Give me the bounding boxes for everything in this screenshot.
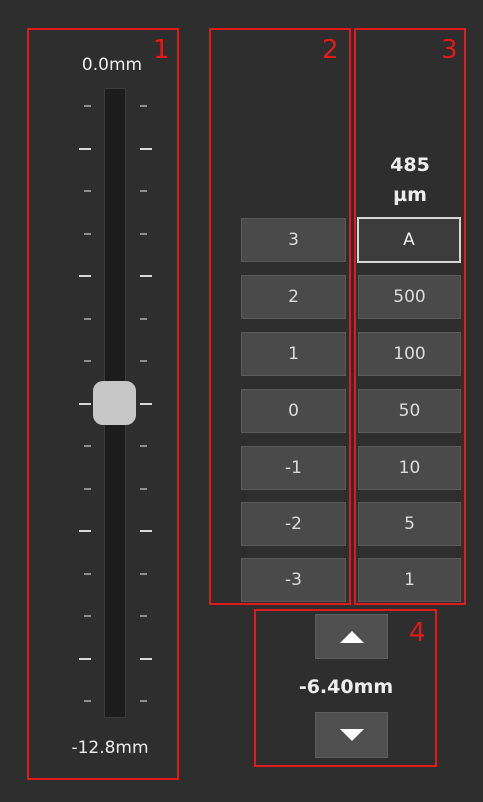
slider-tick xyxy=(140,530,152,532)
step-exponent-button[interactable]: 1 xyxy=(241,332,346,376)
slider-tick xyxy=(140,700,147,702)
slider-tick xyxy=(140,488,147,490)
annotation-number-3: 3 xyxy=(441,35,458,65)
step-resolution-label: 485 µm xyxy=(357,150,463,210)
slider-tick xyxy=(140,105,147,107)
step-exponent-button[interactable]: -2 xyxy=(241,502,346,546)
step-size-button[interactable]: 100 xyxy=(358,332,461,376)
slider-tick xyxy=(140,190,147,192)
slider-tick xyxy=(79,275,91,277)
step-exponent-button[interactable]: -3 xyxy=(241,558,346,602)
slider-tick xyxy=(79,530,91,532)
slider-tick xyxy=(84,105,91,107)
arrow-up-icon xyxy=(339,630,364,643)
slider-tick xyxy=(140,275,152,277)
slider-tick xyxy=(140,445,147,447)
step-exponent-button[interactable]: 3 xyxy=(241,218,346,262)
step-exponent-button[interactable]: 2 xyxy=(241,275,346,319)
move-up-button[interactable] xyxy=(315,614,388,659)
slider-tick xyxy=(79,148,91,150)
slider-tick xyxy=(84,233,91,235)
slider-tick xyxy=(84,700,91,702)
slider-tick xyxy=(84,360,91,362)
slider-tick xyxy=(140,360,147,362)
step-size-button[interactable]: 10 xyxy=(358,446,461,490)
slider-tick xyxy=(140,615,147,617)
step-size-button[interactable]: 1 xyxy=(358,558,461,602)
slider-tick xyxy=(140,658,152,660)
current-position-label: -6.40mm xyxy=(298,676,394,698)
slider-tick xyxy=(79,403,91,405)
step-size-button-auto[interactable]: A xyxy=(357,217,461,263)
slider-tick xyxy=(140,403,152,405)
step-exponent-button[interactable]: 0 xyxy=(241,389,346,433)
step-exponent-button[interactable]: -1 xyxy=(241,446,346,490)
slider-tick xyxy=(84,615,91,617)
slider-tick xyxy=(140,318,147,320)
slider-max-label: 0.0mm xyxy=(81,55,143,75)
step-resolution-value: 485 xyxy=(390,154,430,176)
slider-tick xyxy=(84,190,91,192)
annotation-number-4: 4 xyxy=(409,618,426,648)
slider-tick xyxy=(84,318,91,320)
move-down-button[interactable] xyxy=(315,712,388,758)
step-size-button[interactable]: 50 xyxy=(358,389,461,433)
slider-tick xyxy=(140,148,152,150)
focus-slider-thumb[interactable] xyxy=(93,381,136,425)
arrow-down-icon xyxy=(339,729,364,741)
annotation-number-2: 2 xyxy=(322,35,339,65)
slider-tick xyxy=(84,445,91,447)
slider-min-label: -12.8mm xyxy=(71,738,149,758)
step-size-button[interactable]: 5 xyxy=(358,502,461,546)
slider-tick xyxy=(84,488,91,490)
slider-tick xyxy=(84,573,91,575)
slider-tick xyxy=(79,658,91,660)
slider-tick xyxy=(140,573,147,575)
step-size-button[interactable]: 500 xyxy=(358,275,461,319)
step-resolution-unit: µm xyxy=(393,184,427,206)
slider-tick xyxy=(140,233,147,235)
